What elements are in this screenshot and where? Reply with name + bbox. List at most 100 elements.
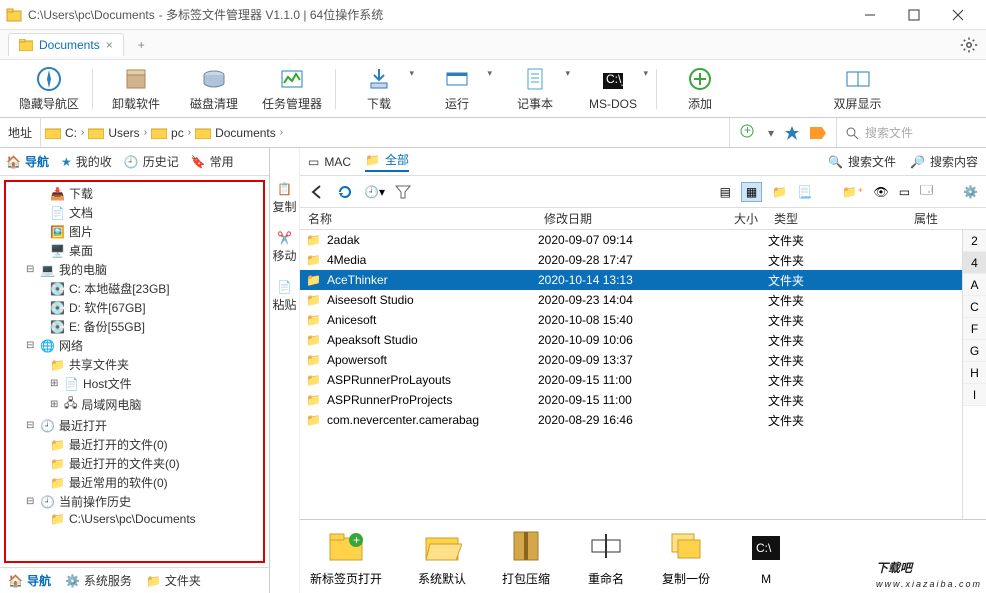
letter-H[interactable]: H bbox=[963, 362, 986, 384]
side-paste-button[interactable]: 📄粘贴 bbox=[272, 280, 296, 313]
window-button[interactable]: 🗔 bbox=[920, 181, 933, 202]
view-list-button[interactable]: ▤ bbox=[720, 185, 731, 199]
tree-ophist-path[interactable]: 📁C:\Users\pc\Documents bbox=[6, 511, 263, 527]
tree-ophist[interactable]: ⊟🕘当前操作历史 bbox=[6, 492, 263, 511]
close-button[interactable] bbox=[936, 0, 980, 30]
layout-button[interactable]: ▭ bbox=[899, 185, 910, 199]
right-tab-mac[interactable]: ▭MAC bbox=[308, 155, 351, 169]
collapse-icon[interactable]: ⊟ bbox=[26, 496, 36, 507]
search-box[interactable] bbox=[836, 118, 986, 147]
col-name[interactable]: 名称 bbox=[300, 210, 536, 227]
left-tab-history[interactable]: 🕘历史记 bbox=[124, 153, 179, 170]
left-tab-common[interactable]: 🔖常用 bbox=[191, 153, 234, 170]
tree-network[interactable]: ⊟🌐网络 bbox=[6, 336, 263, 355]
tree-drive-d[interactable]: 💽D: 软件[67GB] bbox=[6, 298, 263, 317]
crumb-users[interactable]: Users bbox=[108, 126, 139, 140]
left-tab-favorites[interactable]: ★我的收 bbox=[61, 153, 112, 170]
bottom-tab-nav[interactable]: 🏠导航 bbox=[8, 572, 51, 589]
tab-documents[interactable]: Documents × bbox=[8, 33, 124, 56]
view-details-button[interactable]: 📃 bbox=[797, 185, 812, 199]
new-folder-button[interactable]: 📁⁺ bbox=[842, 185, 863, 199]
settings-gear-icon[interactable] bbox=[960, 36, 978, 54]
action-newtab[interactable]: +新标签页打开 bbox=[310, 526, 382, 587]
tree-recent-folders[interactable]: 📁最近打开的文件夹(0) bbox=[6, 454, 263, 473]
hide-nav-button[interactable]: 隐藏导航区 bbox=[10, 60, 88, 117]
table-row[interactable]: 📁com.nevercenter.camerabag2020-08-29 16:… bbox=[300, 410, 962, 430]
show-hidden-button[interactable]: 👁 bbox=[873, 185, 888, 199]
bottom-tab-folder[interactable]: 📁文件夹 bbox=[146, 572, 201, 589]
right-tab-all[interactable]: 📁全部 bbox=[365, 151, 409, 172]
col-date[interactable]: 修改日期 bbox=[536, 210, 726, 227]
right-search-content[interactable]: 🔎搜索内容 bbox=[910, 153, 978, 170]
tree-hosts[interactable]: ⊞📄Host文件 bbox=[6, 374, 263, 393]
tree-mypc[interactable]: ⊟💻我的电脑 bbox=[6, 260, 263, 279]
crumb-c[interactable]: C: bbox=[65, 126, 77, 140]
chevron-down-icon[interactable]: ▾ bbox=[768, 126, 774, 140]
search-input[interactable] bbox=[865, 126, 965, 140]
tree-drive-c[interactable]: 💽C: 本地磁盘[23GB] bbox=[6, 279, 263, 298]
side-copy-button[interactable]: 📋复制 bbox=[272, 182, 296, 215]
toolbar-gear-icon[interactable]: ⚙️ bbox=[963, 185, 978, 199]
action-more[interactable]: C:\M bbox=[746, 528, 786, 586]
table-row[interactable]: 📁4Media2020-09-28 17:47文件夹 bbox=[300, 250, 962, 270]
expand-icon[interactable]: ⊞ bbox=[50, 378, 60, 389]
action-rename[interactable]: 重命名 bbox=[586, 526, 626, 587]
tree-recent[interactable]: ⊟🕘最近打开 bbox=[6, 416, 263, 435]
minimize-button[interactable] bbox=[848, 0, 892, 30]
tree-pictures[interactable]: 🖼️图片 bbox=[6, 222, 263, 241]
crumb-pc[interactable]: pc bbox=[171, 126, 184, 140]
letter-G[interactable]: G bbox=[963, 340, 986, 362]
tree-lan[interactable]: ⊞🖧局域网电脑 bbox=[6, 393, 263, 416]
table-row[interactable]: 📁2adak2020-09-07 09:14文件夹 bbox=[300, 230, 962, 250]
left-tab-nav[interactable]: 🏠导航 bbox=[6, 153, 49, 170]
col-size[interactable]: 大小 bbox=[726, 210, 766, 227]
table-row[interactable]: 📁Apowersoft2020-09-09 13:37文件夹 bbox=[300, 350, 962, 370]
run-button[interactable]: 运行 ▾ bbox=[418, 60, 496, 117]
table-row[interactable]: 📁ASPRunnerProLayouts2020-09-15 11:00文件夹 bbox=[300, 370, 962, 390]
refresh-button[interactable] bbox=[336, 183, 354, 201]
letter-2[interactable]: 2 bbox=[963, 230, 986, 252]
right-search-file[interactable]: 🔍搜索文件 bbox=[828, 153, 896, 170]
view-folders-button[interactable]: 📁 bbox=[772, 185, 787, 199]
side-move-button[interactable]: ✂️移动 bbox=[272, 231, 296, 264]
expand-icon[interactable]: ⊞ bbox=[50, 399, 60, 410]
favorite-star-icon[interactable] bbox=[784, 125, 800, 141]
action-compress[interactable]: 打包压缩 bbox=[502, 526, 550, 587]
action-copy[interactable]: 复制一份 bbox=[662, 526, 710, 587]
history-dropdown-button[interactable]: 🕘▾ bbox=[364, 185, 385, 199]
letter-F[interactable]: F bbox=[963, 318, 986, 340]
new-item-icon[interactable]: + bbox=[740, 124, 758, 142]
crumb-docs[interactable]: Documents bbox=[215, 126, 276, 140]
table-row[interactable]: 📁Apeaksoft Studio2020-10-09 10:06文件夹 bbox=[300, 330, 962, 350]
tree-recent-apps[interactable]: 📁最近常用的软件(0) bbox=[6, 473, 263, 492]
filter-button[interactable] bbox=[395, 184, 411, 200]
disk-clean-button[interactable]: 磁盘清理 bbox=[175, 60, 253, 117]
tree-desktop[interactable]: 🖥️桌面 bbox=[6, 241, 263, 260]
tree-downloads[interactable]: 📥下载 bbox=[6, 184, 263, 203]
task-manager-button[interactable]: 任务管理器 bbox=[253, 60, 331, 117]
table-row[interactable]: 📁ASPRunnerProProjects2020-09-15 11:00文件夹 bbox=[300, 390, 962, 410]
tree-recent-files[interactable]: 📁最近打开的文件(0) bbox=[6, 435, 263, 454]
letter-I[interactable]: I bbox=[963, 384, 986, 406]
collapse-icon[interactable]: ⊟ bbox=[26, 340, 36, 351]
tree-documents[interactable]: 📄文档 bbox=[6, 203, 263, 222]
letter-A[interactable]: A bbox=[963, 274, 986, 296]
action-sysdefault[interactable]: 系统默认 bbox=[418, 526, 466, 587]
tag-icon[interactable] bbox=[810, 127, 826, 139]
maximize-button[interactable] bbox=[892, 0, 936, 30]
add-button[interactable]: 添加 bbox=[661, 60, 739, 117]
bottom-tab-services[interactable]: ⚙️系统服务 bbox=[65, 572, 132, 589]
tab-close-icon[interactable]: × bbox=[106, 38, 113, 52]
breadcrumb[interactable]: C:› Users› pc› Documents› bbox=[40, 118, 730, 147]
table-row[interactable]: 📁Aiseesoft Studio2020-09-23 14:04文件夹 bbox=[300, 290, 962, 310]
tree-drive-e[interactable]: 💽E: 备份[55GB] bbox=[6, 317, 263, 336]
notepad-button[interactable]: 记事本 ▾ bbox=[496, 60, 574, 117]
download-button[interactable]: 下载 ▾ bbox=[340, 60, 418, 117]
col-attr[interactable]: 属性 bbox=[906, 210, 986, 227]
table-row[interactable]: 📁AceThinker2020-10-14 13:13文件夹 bbox=[300, 270, 962, 290]
msdos-button[interactable]: C:\_ MS-DOS ▾ bbox=[574, 60, 652, 117]
collapse-icon[interactable]: ⊟ bbox=[26, 420, 36, 431]
dual-screen-button[interactable]: 双屏显示 bbox=[739, 60, 976, 117]
letter-C[interactable]: C bbox=[963, 296, 986, 318]
col-type[interactable]: 类型 bbox=[766, 210, 906, 227]
